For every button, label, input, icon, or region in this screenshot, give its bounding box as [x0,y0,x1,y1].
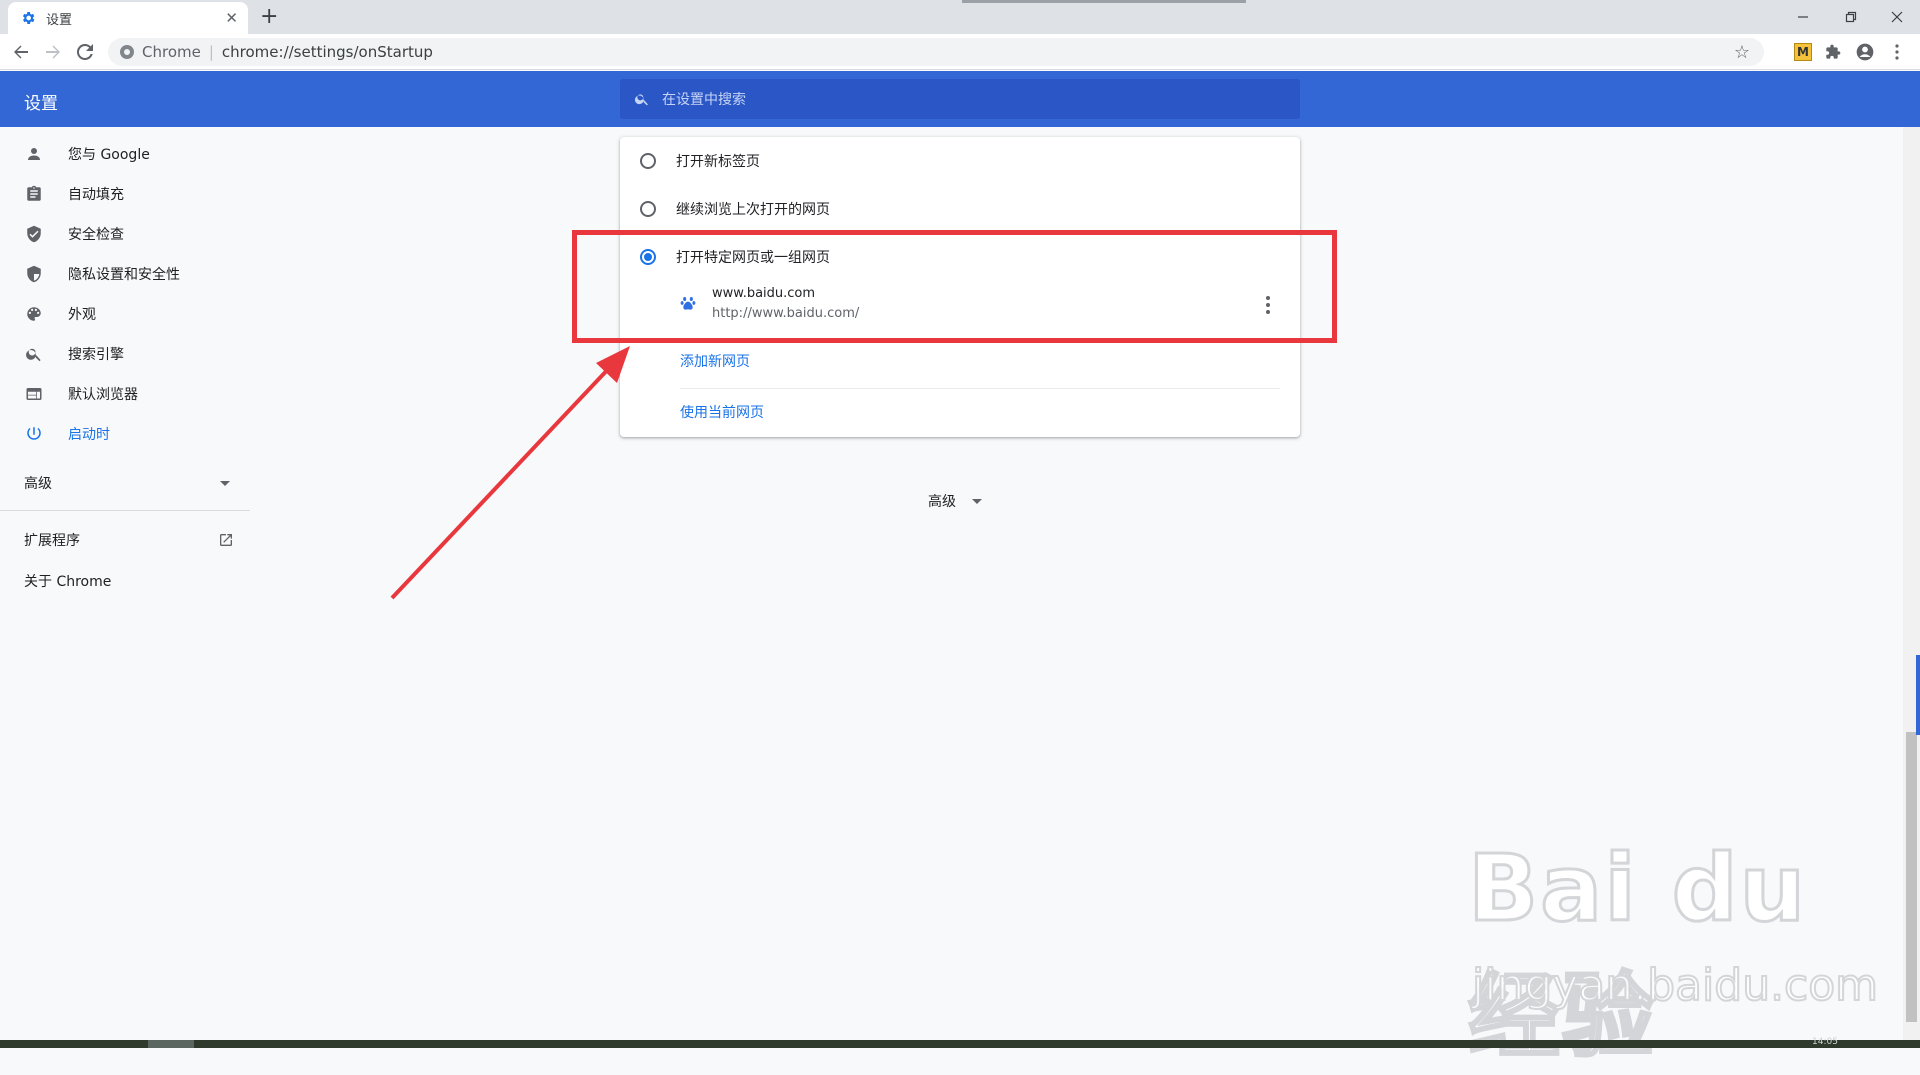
taskbar-clock: 14:05 [1812,1037,1838,1047]
scroll-edge-indicator [1916,655,1920,735]
baidu-jingyan-watermark-url: jingyan.baidu.com [1471,959,1879,1012]
baidu-jingyan-watermark-logo: Bai du 经验 [1467,834,1808,1072]
os-taskbar: 14:05 [0,1037,1920,1048]
taskbar-item[interactable] [148,1040,194,1048]
